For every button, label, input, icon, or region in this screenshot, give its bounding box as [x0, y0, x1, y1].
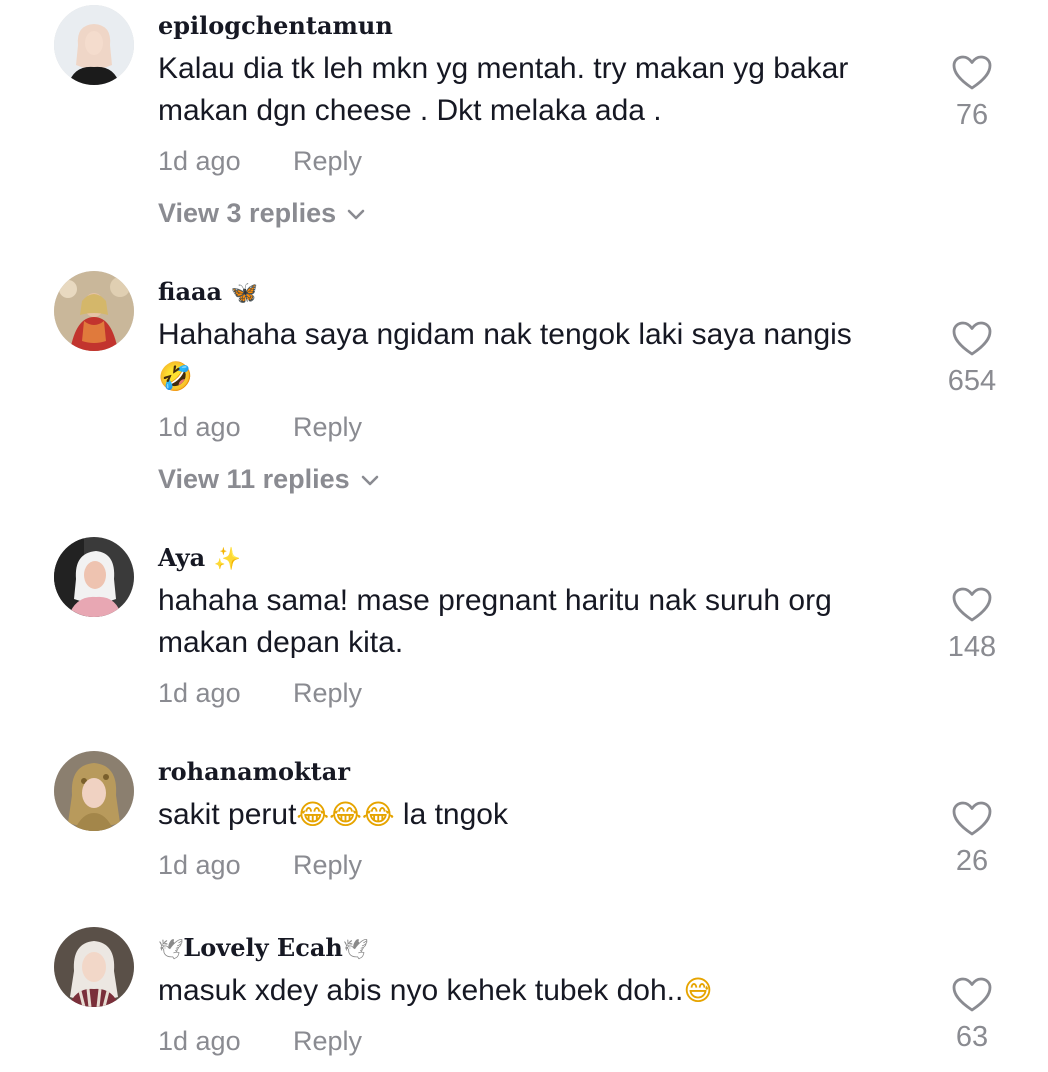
like-button[interactable]: 26	[922, 800, 1022, 878]
avatar[interactable]	[54, 5, 134, 85]
comment-text: masuk xdey abis nyo kehek tubek doh..😅	[158, 974, 713, 1007]
like-button[interactable]: 76	[922, 54, 1022, 132]
heart-outline-icon	[952, 801, 992, 836]
comment-meta: 1d ago Reply	[158, 145, 362, 177]
comment-meta: 1d ago Reply	[158, 411, 362, 443]
comment-text: hahaha sama! mase pregnant haritu nak su…	[158, 584, 832, 659]
chevron-down-icon	[347, 209, 365, 220]
avatar[interactable]	[54, 271, 134, 351]
comment-username[interactable]: 🕊Lovely Ecah🕊	[158, 933, 368, 964]
heart-outline-icon	[952, 977, 992, 1012]
comment-text: Hahahaha saya ngidam nak tengok laki say…	[158, 318, 852, 393]
reply-button[interactable]: Reply	[293, 850, 362, 880]
butterfly-emoji: 🦋	[230, 281, 258, 306]
comment-time: 1d ago	[158, 678, 241, 708]
like-count: 76	[955, 99, 989, 131]
chevron-down-icon	[361, 475, 378, 486]
comment-username[interactable]: rohanamoktar	[158, 757, 350, 787]
comment-text: Kalau dia tk leh mkn yg mentah. try maka…	[158, 52, 849, 127]
avatar-image	[54, 751, 134, 831]
comment-text: sakit perut😂😂😂 la tngok	[158, 798, 508, 831]
reply-button[interactable]: Reply	[293, 146, 362, 176]
comment-time: 1d ago	[158, 146, 241, 176]
dove-emoji: 🕊	[342, 937, 369, 961]
comment-meta: 1d ago Reply	[158, 849, 362, 881]
view-replies-button[interactable]: View 11 replies	[158, 463, 380, 495]
heart-outline-icon	[952, 55, 992, 90]
comment-meta: 1d ago Reply	[158, 1025, 362, 1057]
heart-outline-icon	[952, 587, 992, 622]
like-count: 63	[955, 1021, 989, 1053]
heart-outline-icon	[952, 321, 992, 356]
like-button[interactable]: 148	[922, 586, 1022, 664]
avatar-image	[54, 271, 134, 351]
like-count: 148	[947, 631, 997, 663]
dove-emoji: 🕊	[158, 937, 184, 961]
comment-username[interactable]: fiaaa 🦋	[158, 277, 258, 309]
like-count: 654	[947, 365, 997, 397]
avatar[interactable]	[54, 927, 134, 1007]
like-button[interactable]: 63	[922, 976, 1022, 1054]
view-replies-label: View 11 replies	[158, 464, 350, 494]
comment-time: 1d ago	[158, 850, 241, 880]
avatar-image	[54, 5, 134, 85]
comment-meta: 1d ago Reply	[158, 677, 362, 709]
avatar[interactable]	[54, 537, 134, 617]
view-replies-button[interactable]: View 3 replies	[158, 197, 366, 229]
comment-username[interactable]: epilogchentamun	[158, 11, 393, 41]
like-button[interactable]: 654	[922, 320, 1022, 398]
reply-button[interactable]: Reply	[293, 412, 362, 442]
tears-of-joy-emoji: 😂😂😂	[296, 798, 395, 831]
avatar-image	[54, 927, 134, 1007]
reply-button[interactable]: Reply	[293, 1026, 362, 1056]
view-replies-label: View 3 replies	[158, 198, 337, 228]
comment-username[interactable]: Aya ✨	[158, 543, 241, 575]
sweat-smile-emoji: 😅	[683, 974, 713, 1007]
rolling-laughing-emoji: 🤣	[158, 360, 193, 393]
avatar-image	[54, 537, 134, 617]
reply-button[interactable]: Reply	[293, 678, 362, 708]
sparkles-emoji: ✨	[213, 547, 241, 572]
comment-time: 1d ago	[158, 1026, 241, 1056]
comment-time: 1d ago	[158, 412, 241, 442]
like-count: 26	[955, 845, 989, 877]
avatar[interactable]	[54, 751, 134, 831]
